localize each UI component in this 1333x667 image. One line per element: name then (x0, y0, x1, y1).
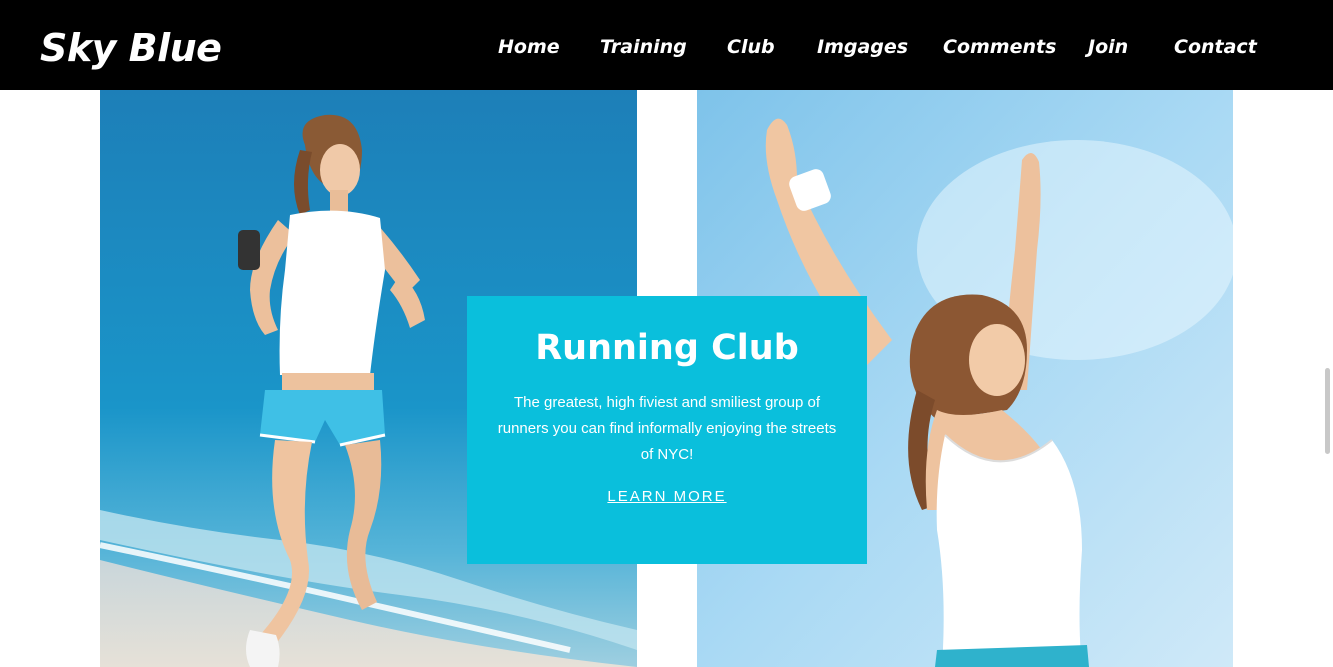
site-logo[interactable]: Sky Blue (40, 24, 222, 72)
card-description: The greatest, high fiviest and smiliest … (497, 394, 837, 463)
nav-contact[interactable]: Contact (1174, 34, 1257, 60)
nav-club[interactable]: Club (727, 34, 775, 60)
nav-images[interactable]: Imgages (817, 34, 908, 60)
nav-comments[interactable]: Comments (943, 34, 1056, 60)
nav-training[interactable]: Training (600, 34, 687, 60)
card-title: Running Club (535, 328, 799, 368)
learn-more-link[interactable]: LEARN MORE (607, 488, 726, 505)
site-header: Sky Blue Home Training Club Imgages Comm… (0, 0, 1333, 90)
nav-join[interactable]: Join (1088, 34, 1128, 60)
scrollbar-thumb[interactable] (1325, 368, 1330, 454)
club-card: Running Club The greatest, high fiviest … (467, 296, 867, 564)
nav-home[interactable]: Home (498, 34, 560, 60)
